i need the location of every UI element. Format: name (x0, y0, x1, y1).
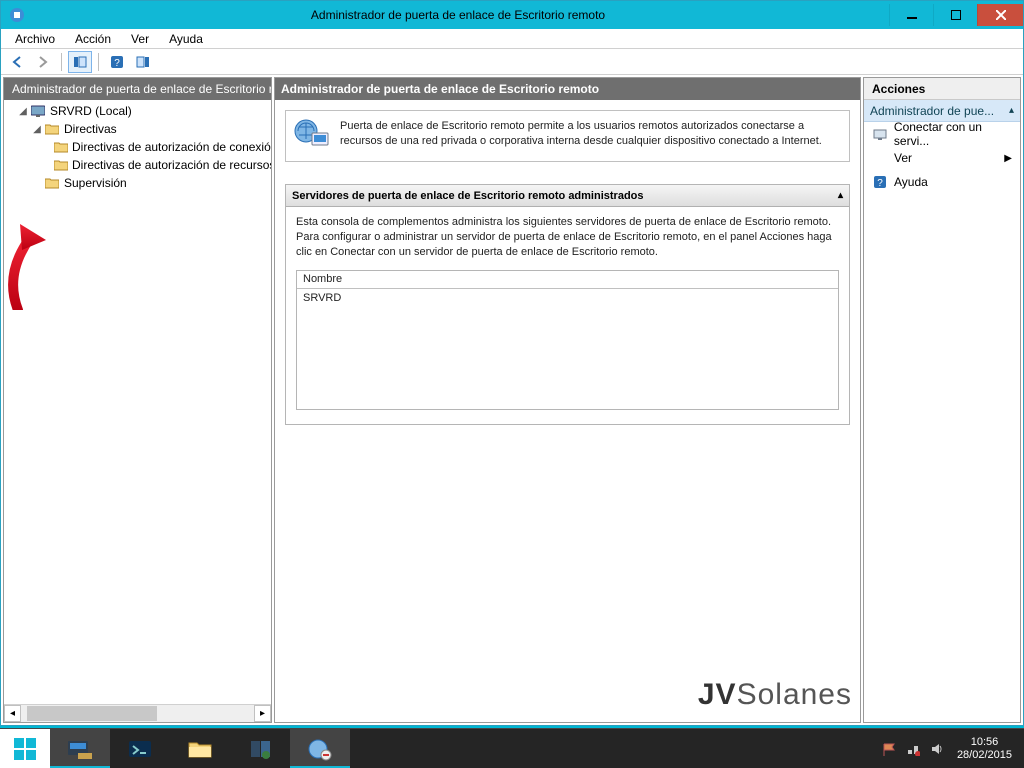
clock-date: 28/02/2015 (957, 749, 1012, 762)
tree-node-connection-policies[interactable]: Directivas de autorización de conexión (4, 138, 271, 156)
server-icon (30, 104, 46, 118)
action-label: Conectar con un servi... (894, 120, 1020, 148)
menu-action[interactable]: Acción (65, 30, 121, 48)
tree-node-root[interactable]: ◢ SRVRD (Local) (4, 102, 271, 120)
tree[interactable]: ◢ SRVRD (Local) ◢ Directivas Directivas … (4, 100, 271, 704)
folder-icon (54, 140, 68, 154)
collapse-icon[interactable]: ◢ (32, 124, 42, 134)
nav-forward-button[interactable] (31, 51, 55, 73)
system-tray: 10:56 28/02/2015 (877, 729, 1024, 768)
servers-section-header[interactable]: Servidores de puerta de enlace de Escrit… (286, 185, 849, 207)
taskbar-clock[interactable]: 10:56 28/02/2015 (949, 733, 1022, 765)
tray-network-icon[interactable] (904, 740, 922, 758)
close-button[interactable] (977, 4, 1023, 26)
actions-entity-label: Administrador de pue... (870, 104, 994, 118)
clock-time: 10:56 (957, 736, 1012, 749)
task-powershell[interactable] (110, 729, 170, 768)
tree-node-label: Supervisión (64, 176, 127, 190)
tree-header-label: Administrador de puerta de enlace de Esc… (12, 82, 271, 96)
help-icon: ? (872, 174, 888, 190)
scroll-right-button[interactable]: ▸ (254, 705, 271, 722)
intro-box: Puerta de enlace de Escritorio remoto pe… (285, 110, 850, 162)
nav-back-button[interactable] (5, 51, 29, 73)
windows-taskbar: 10:56 28/02/2015 (0, 728, 1024, 768)
tree-pane: Administrador de puerta de enlace de Esc… (3, 77, 272, 723)
folder-icon (54, 158, 68, 172)
folder-open-icon (44, 122, 60, 136)
windows-logo-icon (14, 738, 36, 760)
rdgateway-large-icon (294, 119, 330, 151)
actions-entity-header[interactable]: Administrador de pue... ▴ (864, 100, 1020, 122)
show-hide-tree-button[interactable] (68, 51, 92, 73)
action-connect-server[interactable]: Conectar con un servi... (864, 122, 1020, 146)
task-file-explorer[interactable] (170, 729, 230, 768)
show-hide-actions-button[interactable] (131, 51, 155, 73)
section-description: Esta consola de complementos administra … (296, 215, 839, 260)
help-button[interactable]: ? (105, 51, 129, 73)
task-server-tools[interactable] (230, 729, 290, 768)
tree-horizontal-scrollbar[interactable]: ◂ ▸ (4, 704, 271, 722)
actions-pane: Acciones Administrador de pue... ▴ Conec… (863, 77, 1021, 723)
app-window: Administrador de puerta de enlace de Esc… (0, 0, 1024, 726)
tray-volume-icon[interactable] (928, 740, 946, 758)
maximize-button[interactable] (933, 4, 977, 26)
start-button[interactable] (0, 729, 50, 768)
window-title: Administrador de puerta de enlace de Esc… (27, 8, 889, 22)
action-view[interactable]: Ver ▶ (864, 146, 1020, 170)
tree-node-supervision[interactable]: Supervisión (4, 174, 271, 192)
svg-text:?: ? (114, 58, 120, 69)
content-pane: Administrador de puerta de enlace de Esc… (274, 77, 861, 723)
actions-title: Acciones (864, 78, 1020, 100)
server-connect-icon (872, 126, 888, 142)
action-label: Ayuda (894, 175, 928, 189)
menu-view[interactable]: Ver (121, 30, 159, 48)
tree-node-resource-policies[interactable]: Directivas de autorización de recursos (4, 156, 271, 174)
tree-node-label: Directivas de autorización de conexión (72, 140, 271, 154)
intro-text: Puerta de enlace de Escritorio remoto pe… (340, 119, 841, 151)
submenu-arrow-icon: ▶ (1004, 153, 1012, 164)
chevron-up-icon[interactable]: ▴ (838, 190, 843, 201)
servers-table: Nombre SRVRD (296, 270, 839, 410)
task-rdgateway-manager[interactable] (290, 729, 350, 768)
tree-header: Administrador de puerta de enlace de Esc… (4, 78, 271, 100)
scroll-track[interactable] (21, 705, 254, 722)
servers-section: Servidores de puerta de enlace de Escrit… (285, 184, 850, 425)
toolbar: ? (1, 49, 1023, 75)
menu-bar: Archivo Acción Ver Ayuda (1, 29, 1023, 49)
section-title: Servidores de puerta de enlace de Escrit… (292, 190, 644, 202)
body-panes: Administrador de puerta de enlace de Esc… (1, 75, 1023, 725)
folder-icon (44, 176, 60, 190)
tree-node-policies[interactable]: ◢ Directivas (4, 120, 271, 138)
watermark: JVSolanes (698, 678, 852, 712)
tree-node-label: Directivas de autorización de recursos (72, 158, 271, 172)
chevron-up-icon: ▴ (1009, 105, 1014, 116)
server-row[interactable]: SRVRD (297, 289, 838, 307)
app-icon (7, 5, 27, 25)
tree-node-label: Directivas (64, 122, 117, 136)
title-bar: Administrador de puerta de enlace de Esc… (1, 1, 1023, 29)
tree-node-label: SRVRD (Local) (50, 104, 132, 118)
content-header: Administrador de puerta de enlace de Esc… (275, 78, 860, 100)
task-server-manager[interactable] (50, 729, 110, 768)
action-help[interactable]: ? Ayuda (864, 170, 1020, 194)
tray-flag-icon[interactable] (880, 740, 898, 758)
action-label: Ver (894, 151, 912, 165)
minimize-button[interactable] (889, 4, 933, 26)
svg-text:?: ? (877, 178, 883, 189)
scroll-left-button[interactable]: ◂ (4, 705, 21, 722)
column-header-name[interactable]: Nombre (297, 271, 838, 289)
collapse-icon[interactable]: ◢ (18, 106, 28, 116)
scroll-thumb[interactable] (27, 706, 157, 721)
menu-help[interactable]: Ayuda (159, 30, 213, 48)
expand-placeholder (32, 178, 42, 188)
menu-file[interactable]: Archivo (5, 30, 65, 48)
